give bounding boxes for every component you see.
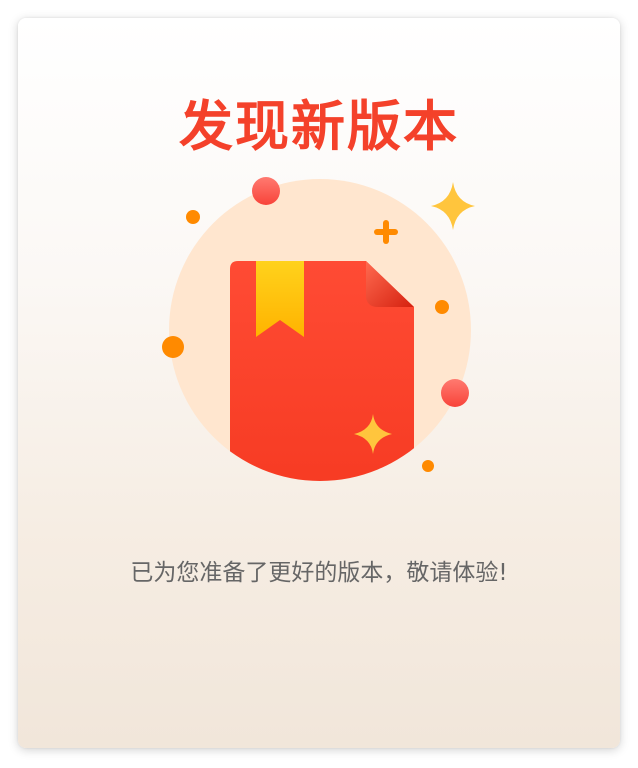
book-update-illustration (162, 177, 475, 481)
decor-dot (162, 336, 184, 358)
sparkle-icon (431, 182, 475, 230)
decor-dot (252, 177, 280, 205)
decor-dot (422, 460, 434, 472)
decor-dot (186, 210, 200, 224)
decor-dot (441, 379, 469, 407)
decor-dot (435, 300, 449, 314)
screen: 发现新版本 已为您准备了更好的版本，敬请体验! (0, 0, 638, 768)
update-dialog: 发现新版本 已为您准备了更好的版本，敬请体验! (18, 18, 620, 748)
dialog-message: 已为您准备了更好的版本，敬请体验! (130, 560, 508, 586)
